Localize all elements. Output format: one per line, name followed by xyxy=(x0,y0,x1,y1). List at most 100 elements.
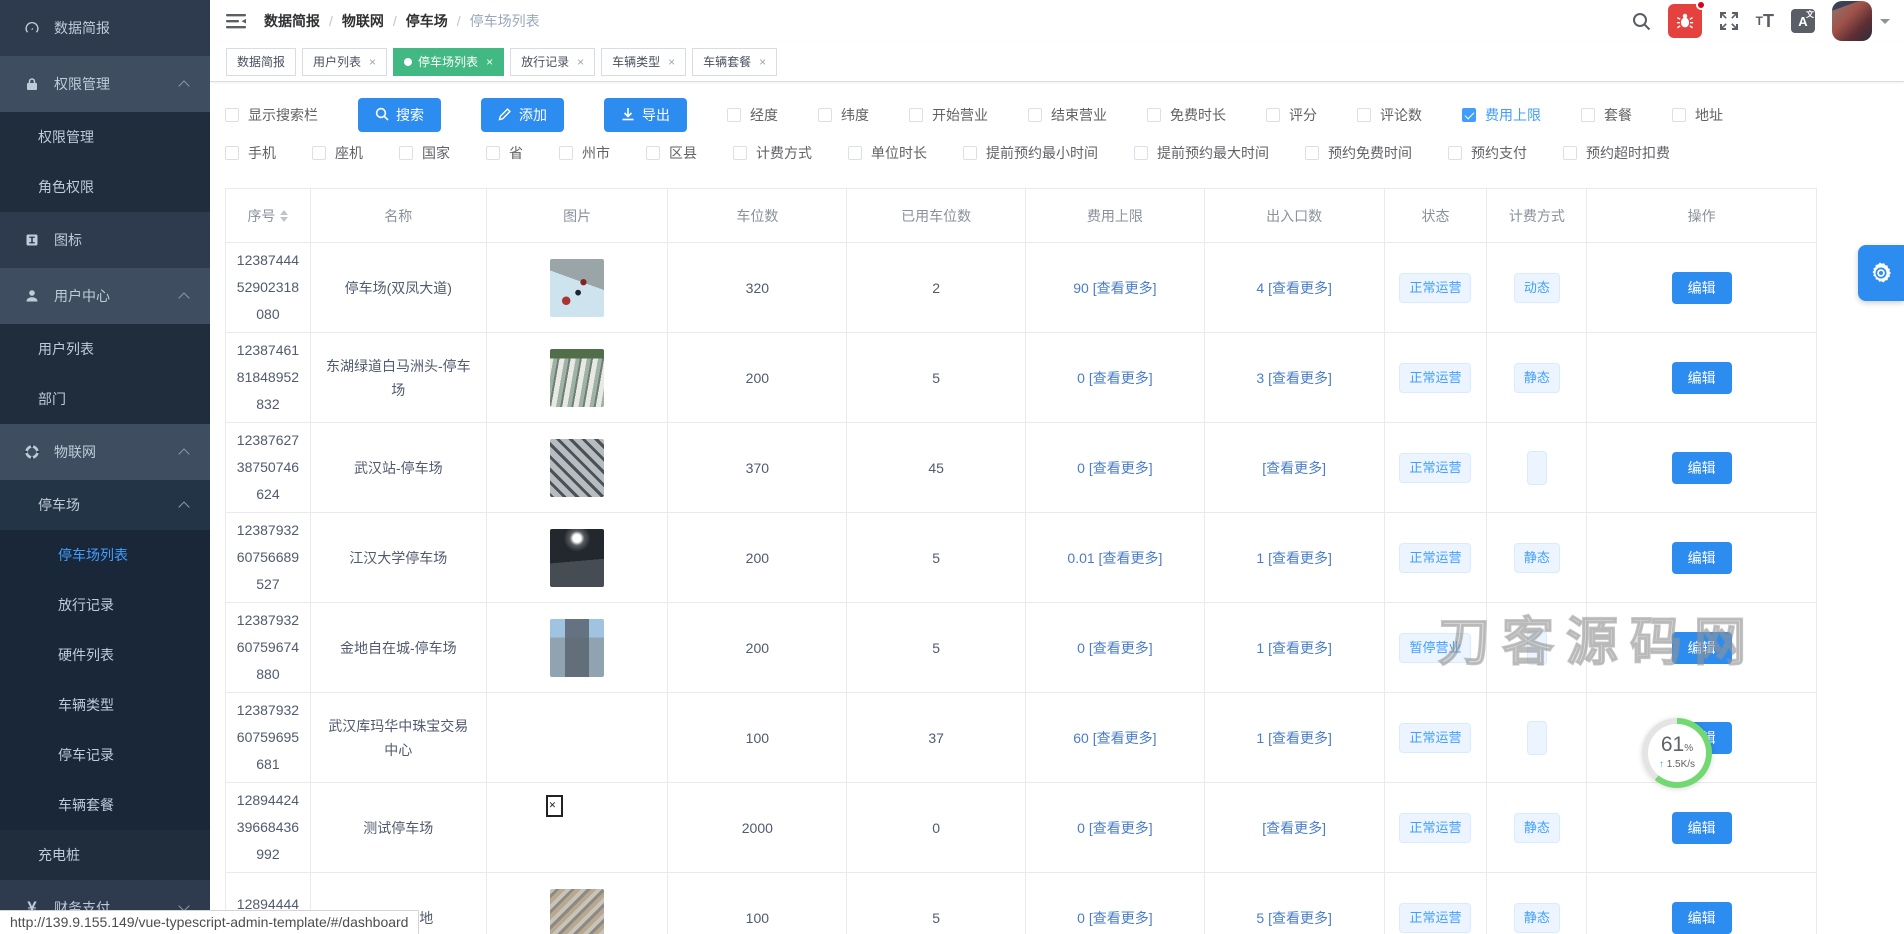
sidebar-item[interactable]: 权限管理 xyxy=(0,56,210,112)
filter-checkbox[interactable]: 预约支付 xyxy=(1448,143,1527,163)
filter-checkbox[interactable]: 评论数 xyxy=(1357,105,1422,125)
close-icon[interactable]: × xyxy=(668,55,675,69)
cell-gates view-more-link[interactable]: [查看更多] xyxy=(1205,783,1385,872)
breadcrumb-item[interactable]: 物联网 xyxy=(342,11,384,31)
filter-checkbox[interactable]: 开始营业 xyxy=(909,105,988,125)
filter-checkbox[interactable]: 提前预约最小时间 xyxy=(963,143,1098,163)
checkbox-icon[interactable] xyxy=(1448,146,1462,160)
tab-item[interactable]: 车辆类型× xyxy=(601,48,686,76)
close-icon[interactable]: × xyxy=(577,55,584,69)
cell-gates view-more-link[interactable]: [查看更多] xyxy=(1205,423,1385,512)
avatar[interactable] xyxy=(1832,1,1872,41)
fullscreen-icon[interactable] xyxy=(1719,11,1739,31)
sidebar-item[interactable]: 数据简报 xyxy=(0,0,210,56)
cell-fee-limit view-more-link[interactable]: 90 [查看更多] xyxy=(1026,243,1205,332)
edit-button[interactable]: 编辑 xyxy=(1672,902,1732,934)
checkbox-icon[interactable] xyxy=(1563,146,1577,160)
filter-checkbox[interactable]: 国家 xyxy=(399,143,450,163)
close-icon[interactable]: × xyxy=(759,55,766,69)
add-button[interactable]: 添加 xyxy=(481,98,564,132)
checkbox-icon[interactable] xyxy=(848,146,862,160)
sidebar-item[interactable]: 图标 xyxy=(0,212,210,268)
filter-checkbox[interactable]: 结束营业 xyxy=(1028,105,1107,125)
checkbox-icon[interactable] xyxy=(1134,146,1148,160)
filter-checkbox[interactable]: 预约超时扣费 xyxy=(1563,143,1670,163)
checkbox-icon[interactable] xyxy=(1581,108,1595,122)
cell-gates view-more-link[interactable]: 5 [查看更多] xyxy=(1205,873,1385,934)
filter-checkbox[interactable]: 纬度 xyxy=(818,105,869,125)
edit-button[interactable]: 编辑 xyxy=(1672,632,1732,664)
column-header[interactable]: 序号 xyxy=(226,189,311,242)
edit-button[interactable]: 编辑 xyxy=(1672,452,1732,484)
checkbox-icon[interactable] xyxy=(818,108,832,122)
sort-carets-icon[interactable] xyxy=(280,210,288,222)
checkbox-icon[interactable] xyxy=(399,146,413,160)
edit-button[interactable]: 编辑 xyxy=(1672,362,1732,394)
sidebar-item[interactable]: 充电桩 xyxy=(0,830,210,880)
checkbox-icon[interactable] xyxy=(909,108,923,122)
checkbox-icon[interactable] xyxy=(963,146,977,160)
cell-gates view-more-link[interactable]: 4 [查看更多] xyxy=(1205,243,1385,332)
checkbox-icon[interactable] xyxy=(559,146,573,160)
export-button[interactable]: 导出 xyxy=(604,98,687,132)
filter-checkbox[interactable]: 提前预约最大时间 xyxy=(1134,143,1269,163)
sidebar-item[interactable]: 角色权限 xyxy=(0,162,210,212)
error-log-button[interactable] xyxy=(1668,4,1702,38)
sidebar-item[interactable]: 放行记录 xyxy=(0,580,210,630)
cell-fee-limit view-more-link[interactable]: 0 [查看更多] xyxy=(1026,873,1205,934)
cell-gates view-more-link[interactable]: 3 [查看更多] xyxy=(1205,333,1385,422)
language-icon[interactable]: A文 xyxy=(1791,9,1815,33)
cell-fee-limit view-more-link[interactable]: 0 [查看更多] xyxy=(1026,423,1205,512)
sidebar-item[interactable]: 用户列表 xyxy=(0,324,210,374)
checkbox-icon[interactable] xyxy=(733,146,747,160)
filter-checkbox[interactable]: 预约免费时间 xyxy=(1305,143,1412,163)
edit-button[interactable]: 编辑 xyxy=(1672,272,1732,304)
sidebar-item[interactable]: 车辆类型 xyxy=(0,680,210,730)
filter-checkbox[interactable]: 区县 xyxy=(646,143,697,163)
filter-checkbox[interactable]: 显示搜索栏 xyxy=(225,105,318,125)
checkbox-icon[interactable] xyxy=(1357,108,1371,122)
edit-button[interactable]: 编辑 xyxy=(1672,542,1732,574)
cell-gates view-more-link[interactable]: 1 [查看更多] xyxy=(1205,693,1385,782)
checkbox-icon[interactable] xyxy=(727,108,741,122)
close-icon[interactable]: × xyxy=(486,55,493,69)
checkbox-icon[interactable] xyxy=(1147,108,1161,122)
filter-checkbox[interactable]: 地址 xyxy=(1672,105,1723,125)
filter-checkbox[interactable]: 座机 xyxy=(312,143,363,163)
cell-fee-limit view-more-link[interactable]: 0 [查看更多] xyxy=(1026,783,1205,872)
cell-fee-limit view-more-link[interactable]: 60 [查看更多] xyxy=(1026,693,1205,782)
sidebar-item[interactable]: 硬件列表 xyxy=(0,630,210,680)
cell-fee-limit view-more-link[interactable]: 0 [查看更多] xyxy=(1026,333,1205,422)
filter-checkbox[interactable]: 单位时长 xyxy=(848,143,927,163)
filter-checkbox[interactable]: 州市 xyxy=(559,143,610,163)
cell-gates view-more-link[interactable]: 1 [查看更多] xyxy=(1205,603,1385,692)
checkbox-icon[interactable] xyxy=(225,146,239,160)
filter-checkbox[interactable]: 计费方式 xyxy=(733,143,812,163)
sidebar-item[interactable]: 权限管理 xyxy=(0,112,210,162)
checkbox-icon[interactable] xyxy=(486,146,500,160)
sidebar-item[interactable]: 停车场列表 xyxy=(0,530,210,580)
checkbox-icon[interactable] xyxy=(1266,108,1280,122)
sidebar-item[interactable]: 部门 xyxy=(0,374,210,424)
settings-gear-button[interactable] xyxy=(1858,245,1904,301)
search-button[interactable]: 搜索 xyxy=(358,98,441,132)
tab-item[interactable]: 用户列表× xyxy=(302,48,387,76)
filter-checkbox[interactable]: 费用上限 xyxy=(1462,105,1541,125)
tab-item[interactable]: 数据简报 xyxy=(226,48,296,76)
close-icon[interactable]: × xyxy=(369,55,376,69)
tab-item[interactable]: 停车场列表× xyxy=(393,48,504,76)
sidebar-item[interactable]: 车辆套餐 xyxy=(0,780,210,830)
sidebar-item[interactable]: 物联网 xyxy=(0,424,210,480)
sidebar-item[interactable]: 停车场 xyxy=(0,480,210,530)
checkbox-icon[interactable] xyxy=(1028,108,1042,122)
filter-checkbox[interactable]: 免费时长 xyxy=(1147,105,1226,125)
filter-checkbox[interactable]: 评分 xyxy=(1266,105,1317,125)
search-icon[interactable] xyxy=(1632,12,1651,31)
filter-checkbox[interactable]: 套餐 xyxy=(1581,105,1632,125)
user-menu[interactable] xyxy=(1832,1,1890,41)
tab-item[interactable]: 车辆套餐× xyxy=(692,48,777,76)
tab-item[interactable]: 放行记录× xyxy=(510,48,595,76)
cell-fee-limit view-more-link[interactable]: 0 [查看更多] xyxy=(1026,603,1205,692)
checkbox-icon[interactable] xyxy=(225,108,239,122)
font-size-icon[interactable]: TT xyxy=(1756,11,1774,32)
